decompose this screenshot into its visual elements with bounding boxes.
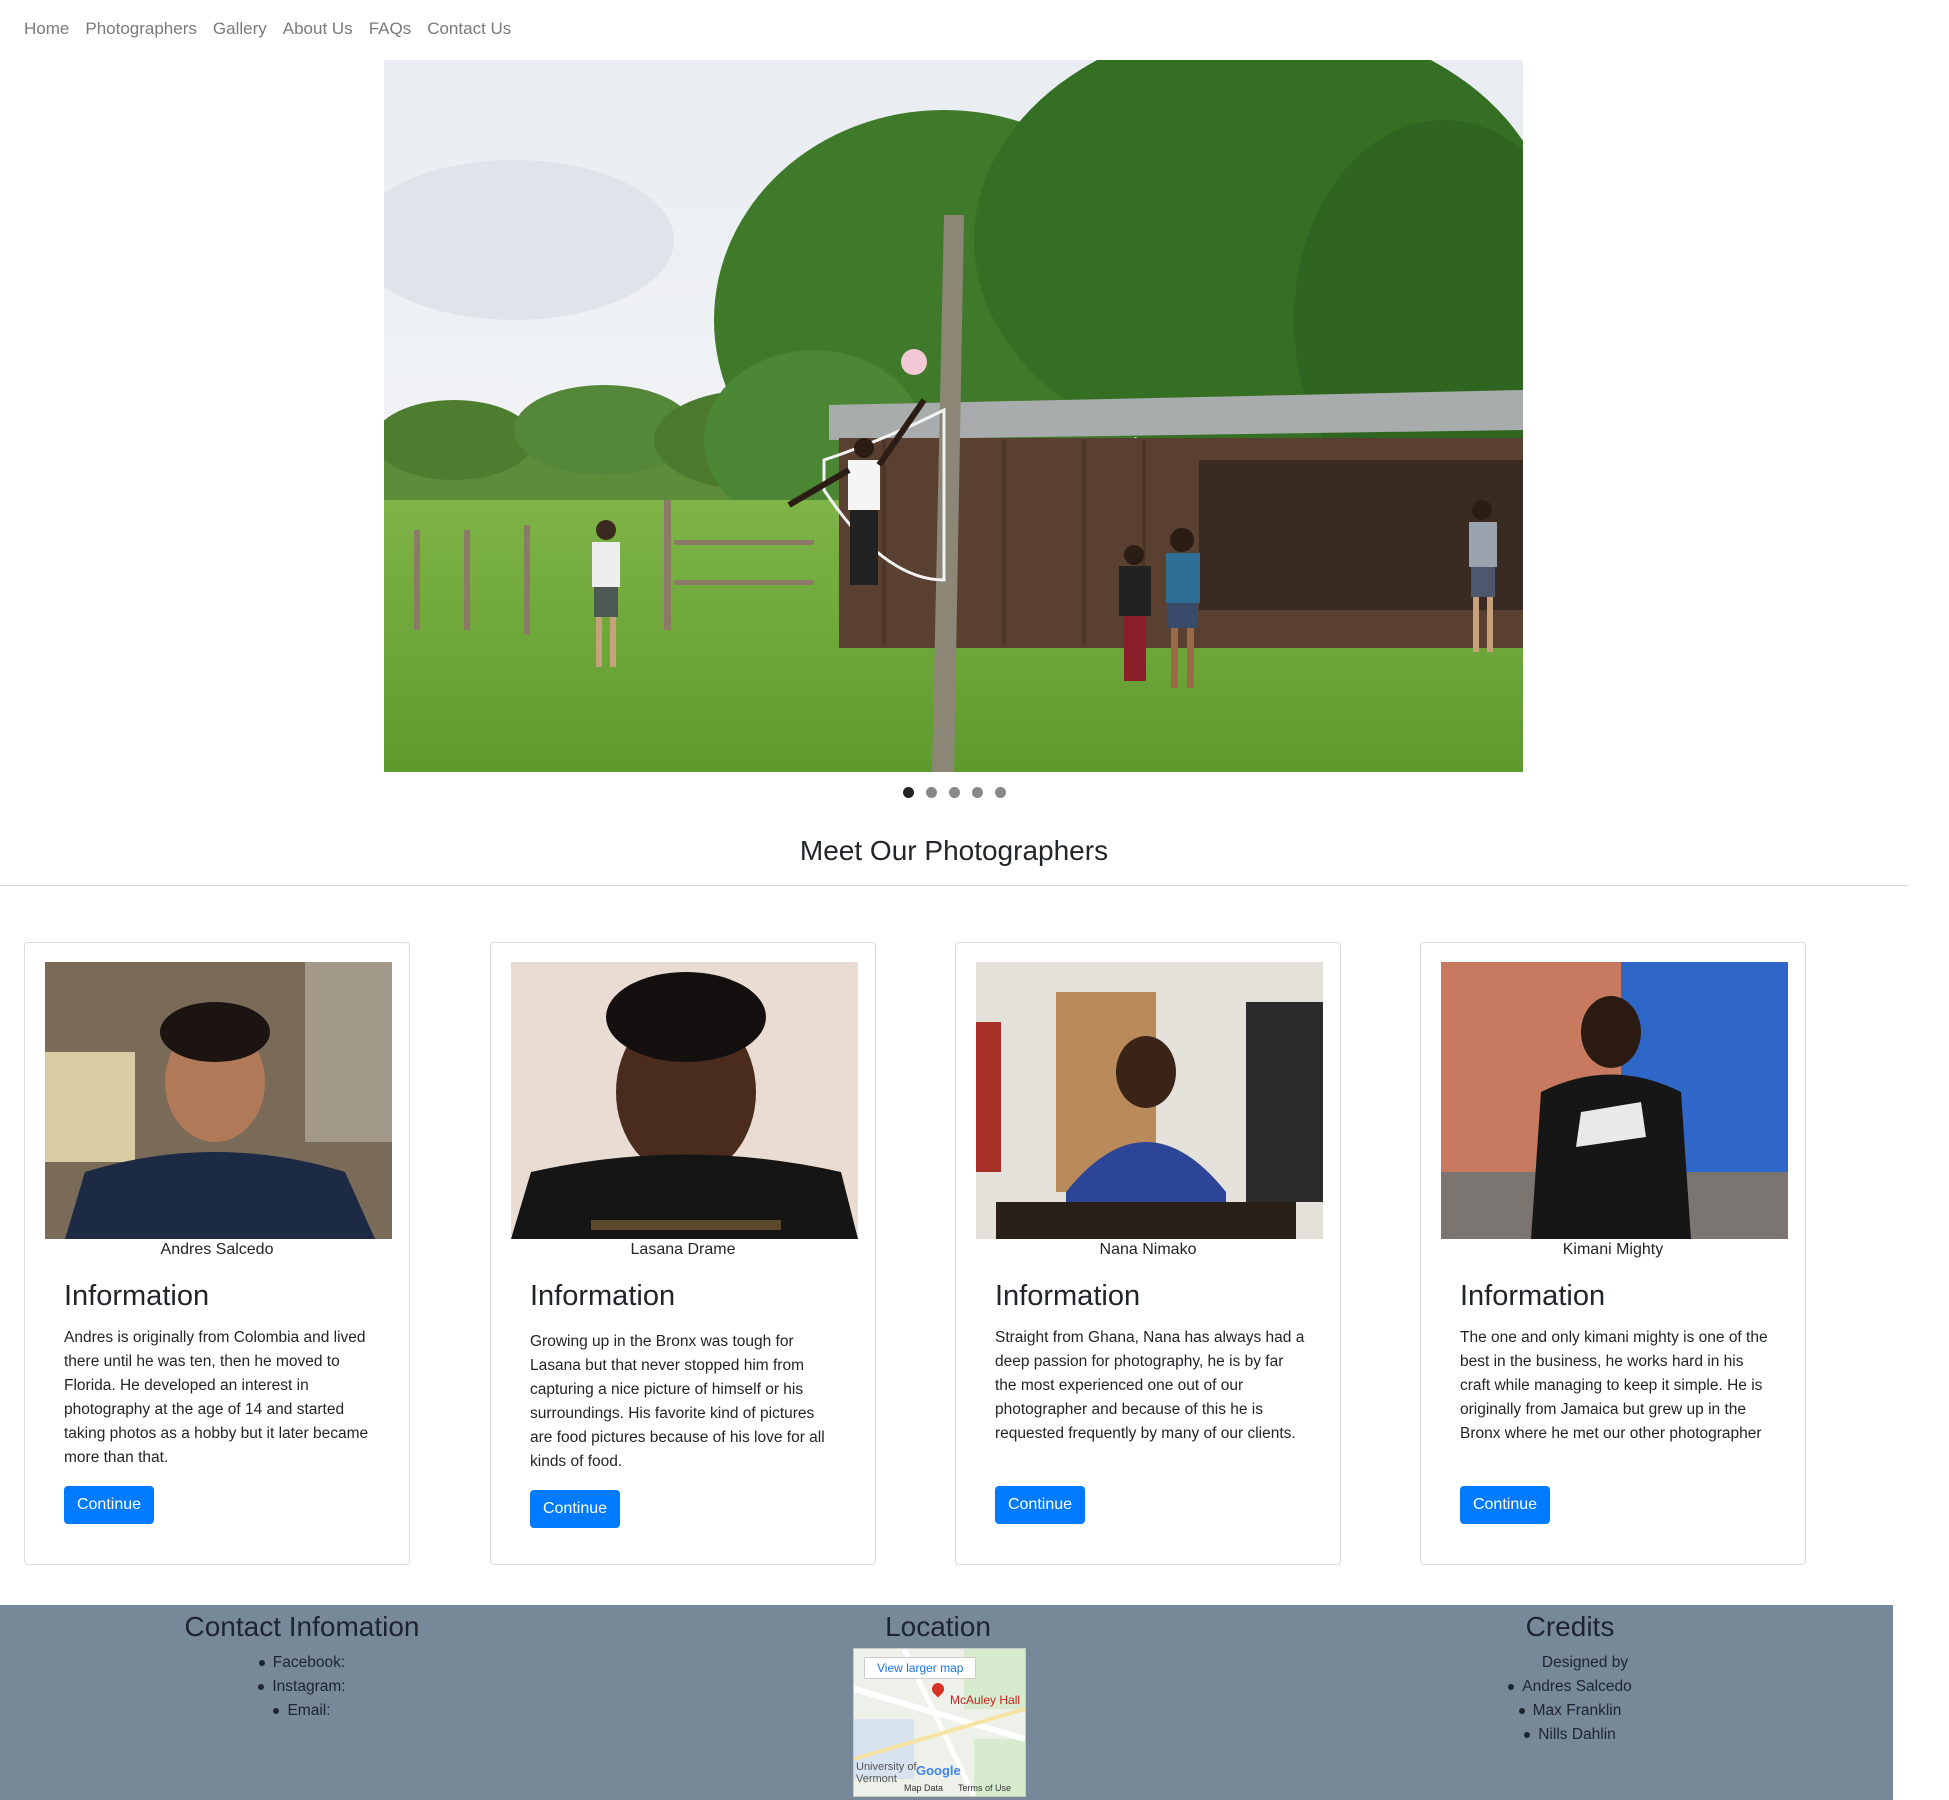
location-title: Location <box>885 1611 991 1642</box>
photographer-name: Nana Nimako <box>1099 1241 1197 1258</box>
continue-button[interactable]: Continue <box>64 1486 154 1524</box>
photographer-name: Lasana Drame <box>630 1241 736 1258</box>
credit-name: Nills Dahlin <box>1470 1723 1670 1747</box>
info-heading: Information <box>530 1280 676 1312</box>
nav-about-us[interactable]: About Us <box>283 19 353 39</box>
google-logo: Google <box>916 1763 961 1778</box>
info-heading: Information <box>64 1280 210 1312</box>
nav-faqs[interactable]: FAQs <box>369 19 412 39</box>
credit-name: Max Franklin <box>1470 1699 1670 1723</box>
nav-home[interactable]: Home <box>24 19 69 39</box>
carousel-indicators <box>0 787 1908 798</box>
footer-contact: Contact Infomation Facebook: Instagram: … <box>152 1605 452 1723</box>
location-map[interactable]: View larger map McAuley Hall University … <box>853 1648 1026 1797</box>
photographer-bio: Andres is originally from Colombia and l… <box>64 1329 369 1466</box>
section-divider <box>0 885 1908 886</box>
info-heading: Information <box>995 1280 1141 1312</box>
carousel-indicator-4[interactable] <box>971 787 983 798</box>
photographer-bio: Straight from Ghana, Nana has always had… <box>995 1329 1305 1442</box>
credit-name: Andres Salcedo <box>1470 1675 1670 1699</box>
photographer-photo <box>511 962 858 1239</box>
footer-location: Location <box>838 1605 1038 1643</box>
photographer-card: Kimani Mighty Information The one and on… <box>1420 942 1806 1565</box>
photographer-name: Kimani Mighty <box>1562 1241 1664 1258</box>
carousel-indicator-5[interactable] <box>994 787 1006 798</box>
photographer-bio: Growing up in the Bronx was tough for La… <box>530 1333 825 1470</box>
contact-facebook: Facebook: <box>152 1651 452 1675</box>
contact-instagram: Instagram: <box>152 1675 452 1699</box>
contact-title: Contact Infomation <box>184 1611 420 1642</box>
section-title: Meet Our Photographers <box>799 835 1109 866</box>
carousel-indicator-1[interactable] <box>902 787 914 798</box>
photographer-photo <box>45 962 392 1239</box>
photographer-card: Lasana Drame Information Growing up in t… <box>490 942 876 1565</box>
nav-gallery[interactable]: Gallery <box>213 19 267 39</box>
carousel-slide-image <box>384 60 1523 772</box>
photographer-bio: The one and only kimani mighty is one of… <box>1460 1329 1768 1442</box>
footer-credits: Credits Designed by Andres Salcedo Max F… <box>1470 1605 1670 1747</box>
view-larger-map-link[interactable]: View larger map <box>864 1657 977 1679</box>
credits-title: Credits <box>1525 1611 1615 1642</box>
continue-button[interactable]: Continue <box>995 1486 1085 1524</box>
nav-contact-us[interactable]: Contact Us <box>427 19 511 39</box>
map-data-link[interactable]: Map Data <box>904 1783 943 1793</box>
map-place-label: McAuley Hall <box>950 1693 1021 1707</box>
info-heading: Information <box>1460 1280 1606 1312</box>
contact-email: Email: <box>152 1699 452 1723</box>
continue-button[interactable]: Continue <box>1460 1486 1550 1524</box>
photographer-card: Nana Nimako Information Straight from Gh… <box>955 942 1341 1565</box>
photographer-name: Andres Salcedo <box>160 1241 274 1258</box>
terms-of-use-link[interactable]: Terms of Use <box>958 1783 1011 1793</box>
continue-button[interactable]: Continue <box>530 1490 620 1528</box>
carousel-indicator-3[interactable] <box>948 787 960 798</box>
photographer-photo <box>1441 962 1788 1239</box>
photographer-photo <box>976 962 1323 1239</box>
top-navbar: Home Photographers Gallery About Us FAQs… <box>0 0 527 58</box>
carousel-indicator-2[interactable] <box>925 787 937 798</box>
credits-intro: Designed by <box>1541 1654 1629 1671</box>
nav-photographers[interactable]: Photographers <box>85 19 197 39</box>
photographer-card: Andres Salcedo Information Andres is ori… <box>24 942 410 1565</box>
